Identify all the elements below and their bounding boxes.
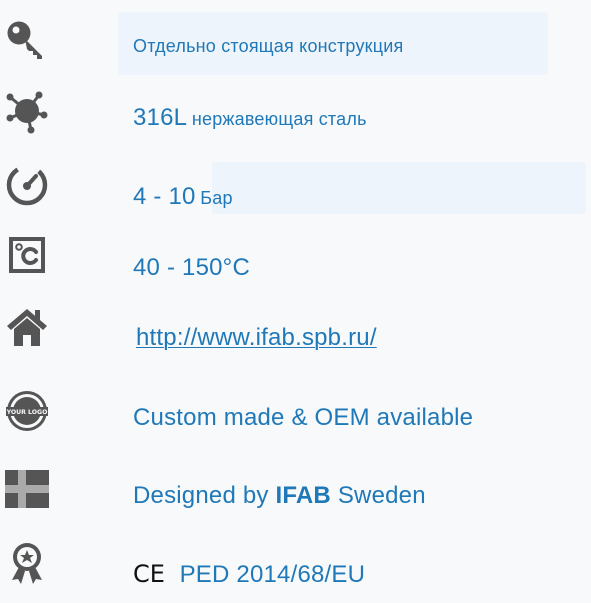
pressure-gauge-icon bbox=[4, 162, 50, 208]
temperature-celsius-icon bbox=[4, 232, 50, 278]
feature-row-website: http://www.ifab.spb.ru/ bbox=[0, 302, 591, 368]
pressure-text: 4 - 10 Бар bbox=[133, 183, 233, 211]
feature-row-standalone: Отдельно стоящая конструкция bbox=[0, 10, 591, 76]
ped-text: CE PED 2014/68/EU bbox=[133, 560, 365, 589]
pressure-range: 4 - 10 bbox=[133, 183, 196, 210]
feature-row-ped: CE PED 2014/68/EU bbox=[0, 536, 591, 602]
sweden-flag-icon bbox=[4, 466, 50, 512]
ped-directive: PED 2014/68/EU bbox=[179, 561, 366, 588]
designed-by-prefix: Designed by bbox=[133, 482, 269, 509]
feature-list: Отдельно стоящая конструкция 316L нержав… bbox=[0, 0, 591, 603]
designed-by-suffix: Sweden bbox=[337, 482, 426, 509]
feature-row-pressure: 4 - 10 Бар bbox=[0, 156, 591, 222]
your-logo-badge-icon: YOUR LOGO bbox=[4, 388, 50, 434]
award-star-icon bbox=[4, 539, 50, 585]
key-icon bbox=[4, 18, 50, 64]
designed-by-text: Designed by IFAB Sweden bbox=[133, 482, 426, 510]
feature-row-material: 316L нержавеющая сталь bbox=[0, 80, 591, 146]
your-logo-label: YOUR LOGO bbox=[6, 409, 48, 416]
home-icon bbox=[4, 302, 50, 348]
network-node-icon bbox=[4, 88, 50, 134]
pressure-unit: Бар bbox=[200, 188, 233, 208]
website-link[interactable]: http://www.ifab.spb.ru/ bbox=[136, 324, 377, 352]
feature-row-temperature: 40 - 150°C bbox=[0, 226, 591, 292]
temperature-text: 40 - 150°C bbox=[133, 254, 250, 281]
material-name: нержавеющая сталь bbox=[191, 109, 367, 129]
material-grade: 316L bbox=[133, 104, 188, 131]
row-highlight bbox=[212, 162, 586, 214]
ifab-brand: IFAB bbox=[275, 482, 331, 509]
feature-row-custom: YOUR LOGO Custom made & OEM available bbox=[0, 380, 591, 446]
feature-row-designed: Designed by IFAB Sweden bbox=[0, 460, 591, 526]
custom-text: Custom made & OEM available bbox=[133, 404, 474, 431]
ce-mark: CE bbox=[133, 560, 165, 588]
feature-text: Отдельно стоящая конструкция bbox=[133, 36, 404, 56]
material-text: 316L нержавеющая сталь bbox=[133, 104, 367, 132]
